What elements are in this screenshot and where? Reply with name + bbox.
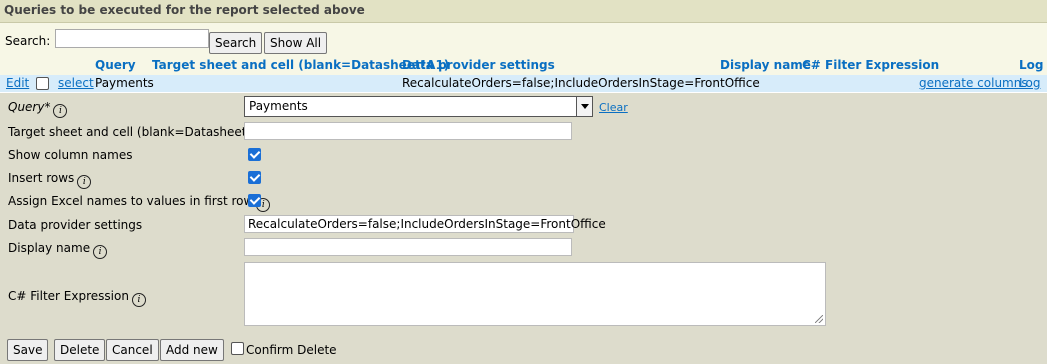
show-column-names-label: Show column names — [8, 148, 133, 162]
column-header-data-provider[interactable]: Data provider settings — [402, 58, 555, 72]
filter-label: C# Filter Expression i — [8, 289, 146, 307]
confirm-delete-label: Confirm Delete — [246, 343, 337, 357]
info-icon[interactable]: i — [93, 245, 108, 259]
filter-textarea[interactable] — [244, 262, 826, 326]
query-select[interactable]: Payments — [244, 96, 593, 117]
row-select-checkbox[interactable] — [36, 77, 49, 90]
delete-button[interactable]: Delete — [54, 339, 106, 361]
query-select-value: Payments — [249, 99, 308, 113]
select-link[interactable]: select — [58, 76, 94, 90]
info-icon[interactable]: i — [77, 175, 92, 189]
show-column-names-checkbox[interactable] — [248, 148, 261, 161]
add-new-button[interactable]: Add new — [160, 339, 224, 361]
save-button[interactable]: Save — [7, 339, 49, 361]
insert-rows-checkbox[interactable] — [248, 171, 261, 184]
edit-form: Query* i Payments Clear Target sheet and … — [0, 93, 1047, 364]
search-bar: Search: Search Show All — [0, 23, 1047, 57]
column-header-log[interactable]: Log — [1019, 58, 1043, 72]
generate-columns-link[interactable]: generate columns — [919, 76, 1028, 90]
target-label: Target sheet and cell (blank=Datasheet!A… — [8, 125, 272, 139]
search-input[interactable] — [55, 29, 209, 48]
section-title-bar: Queries to be executed for the report se… — [0, 0, 1047, 23]
resize-handle-icon[interactable] — [815, 315, 823, 323]
edit-link[interactable]: Edit — [6, 76, 29, 90]
column-header-display-name[interactable]: Display name — [720, 58, 811, 72]
table-header: Query Target sheet and cell (blank=Datas… — [0, 57, 1047, 75]
show-all-button[interactable]: Show All — [264, 32, 328, 54]
chevron-down-icon[interactable] — [576, 97, 592, 116]
assign-names-checkbox[interactable] — [248, 194, 261, 207]
table-row: Edit select Payments RecalculateOrders=f… — [0, 75, 1047, 92]
confirm-delete-checkbox[interactable] — [231, 342, 244, 355]
search-button[interactable]: Search — [209, 32, 263, 54]
row-data-provider-value: RecalculateOrders=false;IncludeOrdersInS… — [402, 76, 760, 90]
info-icon[interactable]: i — [53, 104, 68, 118]
target-input[interactable] — [244, 122, 572, 140]
data-provider-label: Data provider settings — [8, 218, 143, 232]
query-label: Query* i — [8, 100, 68, 118]
info-icon[interactable]: i — [131, 293, 146, 307]
section-title: Queries to be executed for the report se… — [4, 3, 365, 17]
assign-names-label: Assign Excel names to values in first ro… — [8, 194, 271, 212]
column-header-query[interactable]: Query — [95, 58, 136, 72]
column-header-filter[interactable]: C# Filter Expression — [802, 58, 939, 72]
data-provider-input[interactable]: RecalculateOrders=false;IncludeOrdersInS… — [244, 215, 606, 233]
row-query-value: Payments — [95, 76, 154, 90]
search-label: Search: — [5, 34, 51, 48]
clear-link[interactable]: Clear — [599, 101, 628, 114]
row-log-link[interactable]: Log — [1019, 76, 1040, 90]
insert-rows-label: Insert rows i — [8, 171, 92, 189]
display-name-input[interactable] — [244, 238, 572, 256]
display-name-label: Display name i — [8, 241, 108, 259]
cancel-button[interactable]: Cancel — [106, 339, 159, 361]
